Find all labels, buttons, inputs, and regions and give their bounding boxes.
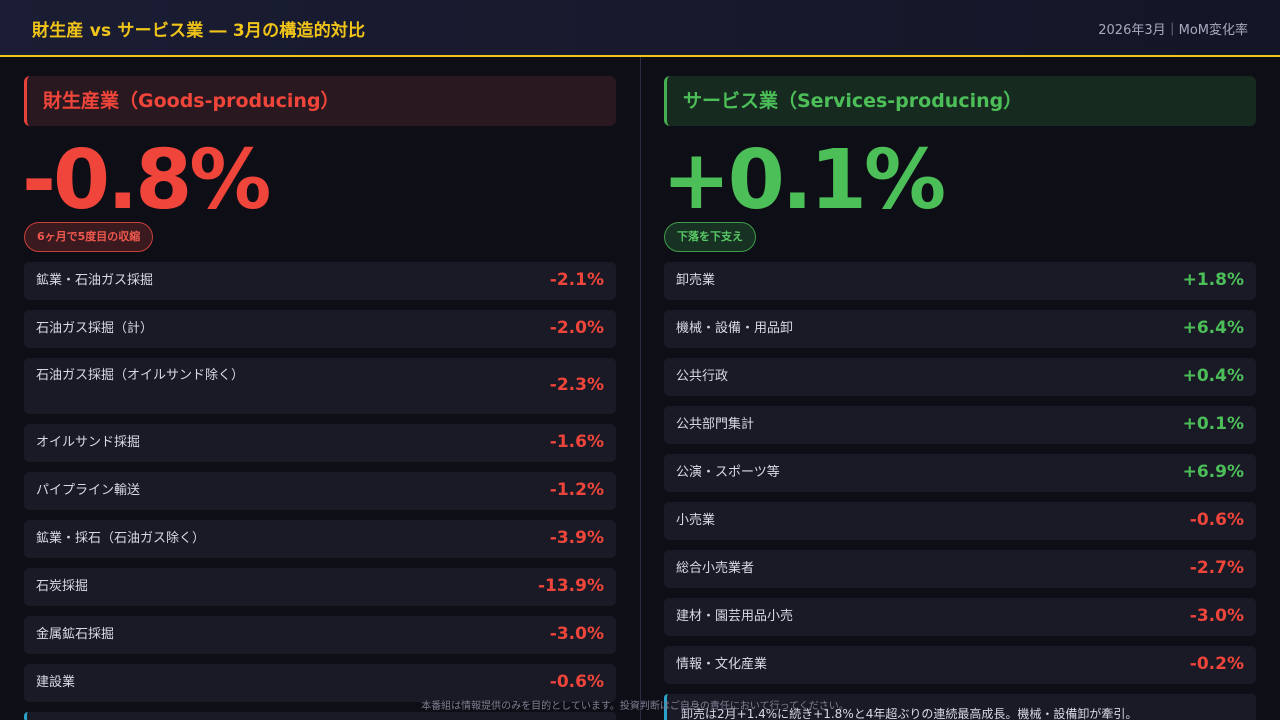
list-item-label: 公共部門集計 <box>676 417 755 432</box>
list-item: 鉱業・石油ガス採掘 -2.1% <box>24 262 616 300</box>
goods-title: 財生産業（Goods-producing） <box>24 76 616 126</box>
list-item-label: 石炭採掘 <box>36 579 89 594</box>
goods-panel: 財生産業（Goods-producing） -0.8% 6ヶ月で5度目の収縮 鉱… <box>22 57 616 720</box>
list-item-label: 小売業 <box>676 513 716 528</box>
list-item-value: -0.6% <box>1189 510 1244 530</box>
list-item-label: 公共行政 <box>676 369 729 384</box>
list-item: 公共行政 +0.4% <box>664 358 1256 396</box>
services-list: 卸売業 +1.8% 機械・設備・用品卸 +6.4% 公共行政 +0.4% 公共部門集計 +0.… <box>664 262 1256 694</box>
list-item-value: -0.2% <box>1189 654 1244 674</box>
list-item-value: -2.3% <box>549 375 604 395</box>
goods-list: 鉱業・石油ガス採掘 -2.1% 石油ガス採掘（計） -2.0% 石油ガス採掘（オイルサン… <box>24 262 616 712</box>
list-item-value: +0.4% <box>1182 366 1244 386</box>
list-item-label: オイルサンド採掘 <box>36 435 141 450</box>
list-item-value: +1.8% <box>1182 270 1244 290</box>
list-item: 金属鉱石採掘 -3.0% <box>24 616 616 654</box>
list-item: パイプライン輸送 -1.2% <box>24 472 616 510</box>
list-item-label: 金属鉱石採掘 <box>36 627 115 642</box>
list-item-label: 公演・スポーツ等 <box>676 465 780 480</box>
list-item: 情報・文化産業 -0.2% <box>664 646 1256 684</box>
list-item: 機械・設備・用品卸 +6.4% <box>664 310 1256 348</box>
list-item-label: 建材・園芸用品小売 <box>676 609 794 624</box>
list-item: オイルサンド採掘 -1.6% <box>24 424 616 462</box>
goods-total-value: -0.8% <box>22 133 271 228</box>
services-badge: 下落を下支え <box>664 222 756 252</box>
list-item-label: 石油ガス採掘（計） <box>36 321 154 336</box>
list-item-value: -1.6% <box>549 432 604 452</box>
list-item-value: -3.0% <box>549 624 604 644</box>
list-item: 総合小売業者 -2.7% <box>664 550 1256 588</box>
services-total-value: +0.1% <box>662 133 946 228</box>
header-meta: 2026年3月｜MoM変化率 <box>1098 23 1248 38</box>
services-panel: サービス業（Services-producing） +0.1% 下落を下支え 卸… <box>662 57 1256 720</box>
list-item-value: -2.7% <box>1189 558 1244 578</box>
services-title: サービス業（Services-producing） <box>664 76 1256 126</box>
list-item-label: 建設業 <box>36 675 76 690</box>
disclaimer: 本番組は情報提供のみを目的としています。投資判断はご自身の責任において行ってくだ… <box>421 701 849 712</box>
list-item-value: -3.9% <box>549 528 604 548</box>
list-item: 石油ガス採掘（オイルサンド除く） -2.3% <box>24 358 616 414</box>
list-item-value: +0.1% <box>1182 414 1244 434</box>
list-item-value: -3.0% <box>1189 606 1244 626</box>
list-item-label: 卸売業 <box>676 273 716 288</box>
list-item-label: 機械・設備・用品卸 <box>676 321 794 336</box>
page-title: 財生産 vs サービス業 ― 3月の構造的対比 <box>32 21 366 41</box>
list-item-label: 石油ガス採掘（オイルサンド除く） <box>36 368 245 383</box>
list-item-value: -13.9% <box>537 576 604 596</box>
list-item-label: 情報・文化産業 <box>676 657 768 672</box>
list-item-value: -2.0% <box>549 318 604 338</box>
list-item: 小売業 -0.6% <box>664 502 1256 540</box>
center-divider <box>640 57 641 720</box>
list-item-label: パイプライン輸送 <box>36 483 141 498</box>
goods-note-edge <box>24 712 616 720</box>
list-item-value: +6.9% <box>1182 462 1244 482</box>
list-item-label: 鉱業・採石（石油ガス除く） <box>36 531 206 546</box>
list-item-value: -2.1% <box>549 270 604 290</box>
header-bar: 財生産 vs サービス業 ― 3月の構造的対比 2026年3月｜MoM変化率 <box>0 0 1280 57</box>
list-item: 石炭採掘 -13.9% <box>24 568 616 606</box>
list-item-label: 鉱業・石油ガス採掘 <box>36 273 154 288</box>
list-item: 建材・園芸用品小売 -3.0% <box>664 598 1256 636</box>
list-item: 公共部門集計 +0.1% <box>664 406 1256 444</box>
list-item: 鉱業・採石（石油ガス除く） -3.9% <box>24 520 616 558</box>
list-item-value: -1.2% <box>549 480 604 500</box>
list-item: 公演・スポーツ等 +6.9% <box>664 454 1256 492</box>
list-item-label: 総合小売業者 <box>676 561 755 576</box>
list-item-value: +6.4% <box>1182 318 1244 338</box>
list-item: 卸売業 +1.8% <box>664 262 1256 300</box>
goods-badge: 6ヶ月で5度目の収縮 <box>24 222 154 252</box>
list-item: 石油ガス採掘（計） -2.0% <box>24 310 616 348</box>
list-item-value: -0.6% <box>549 672 604 692</box>
